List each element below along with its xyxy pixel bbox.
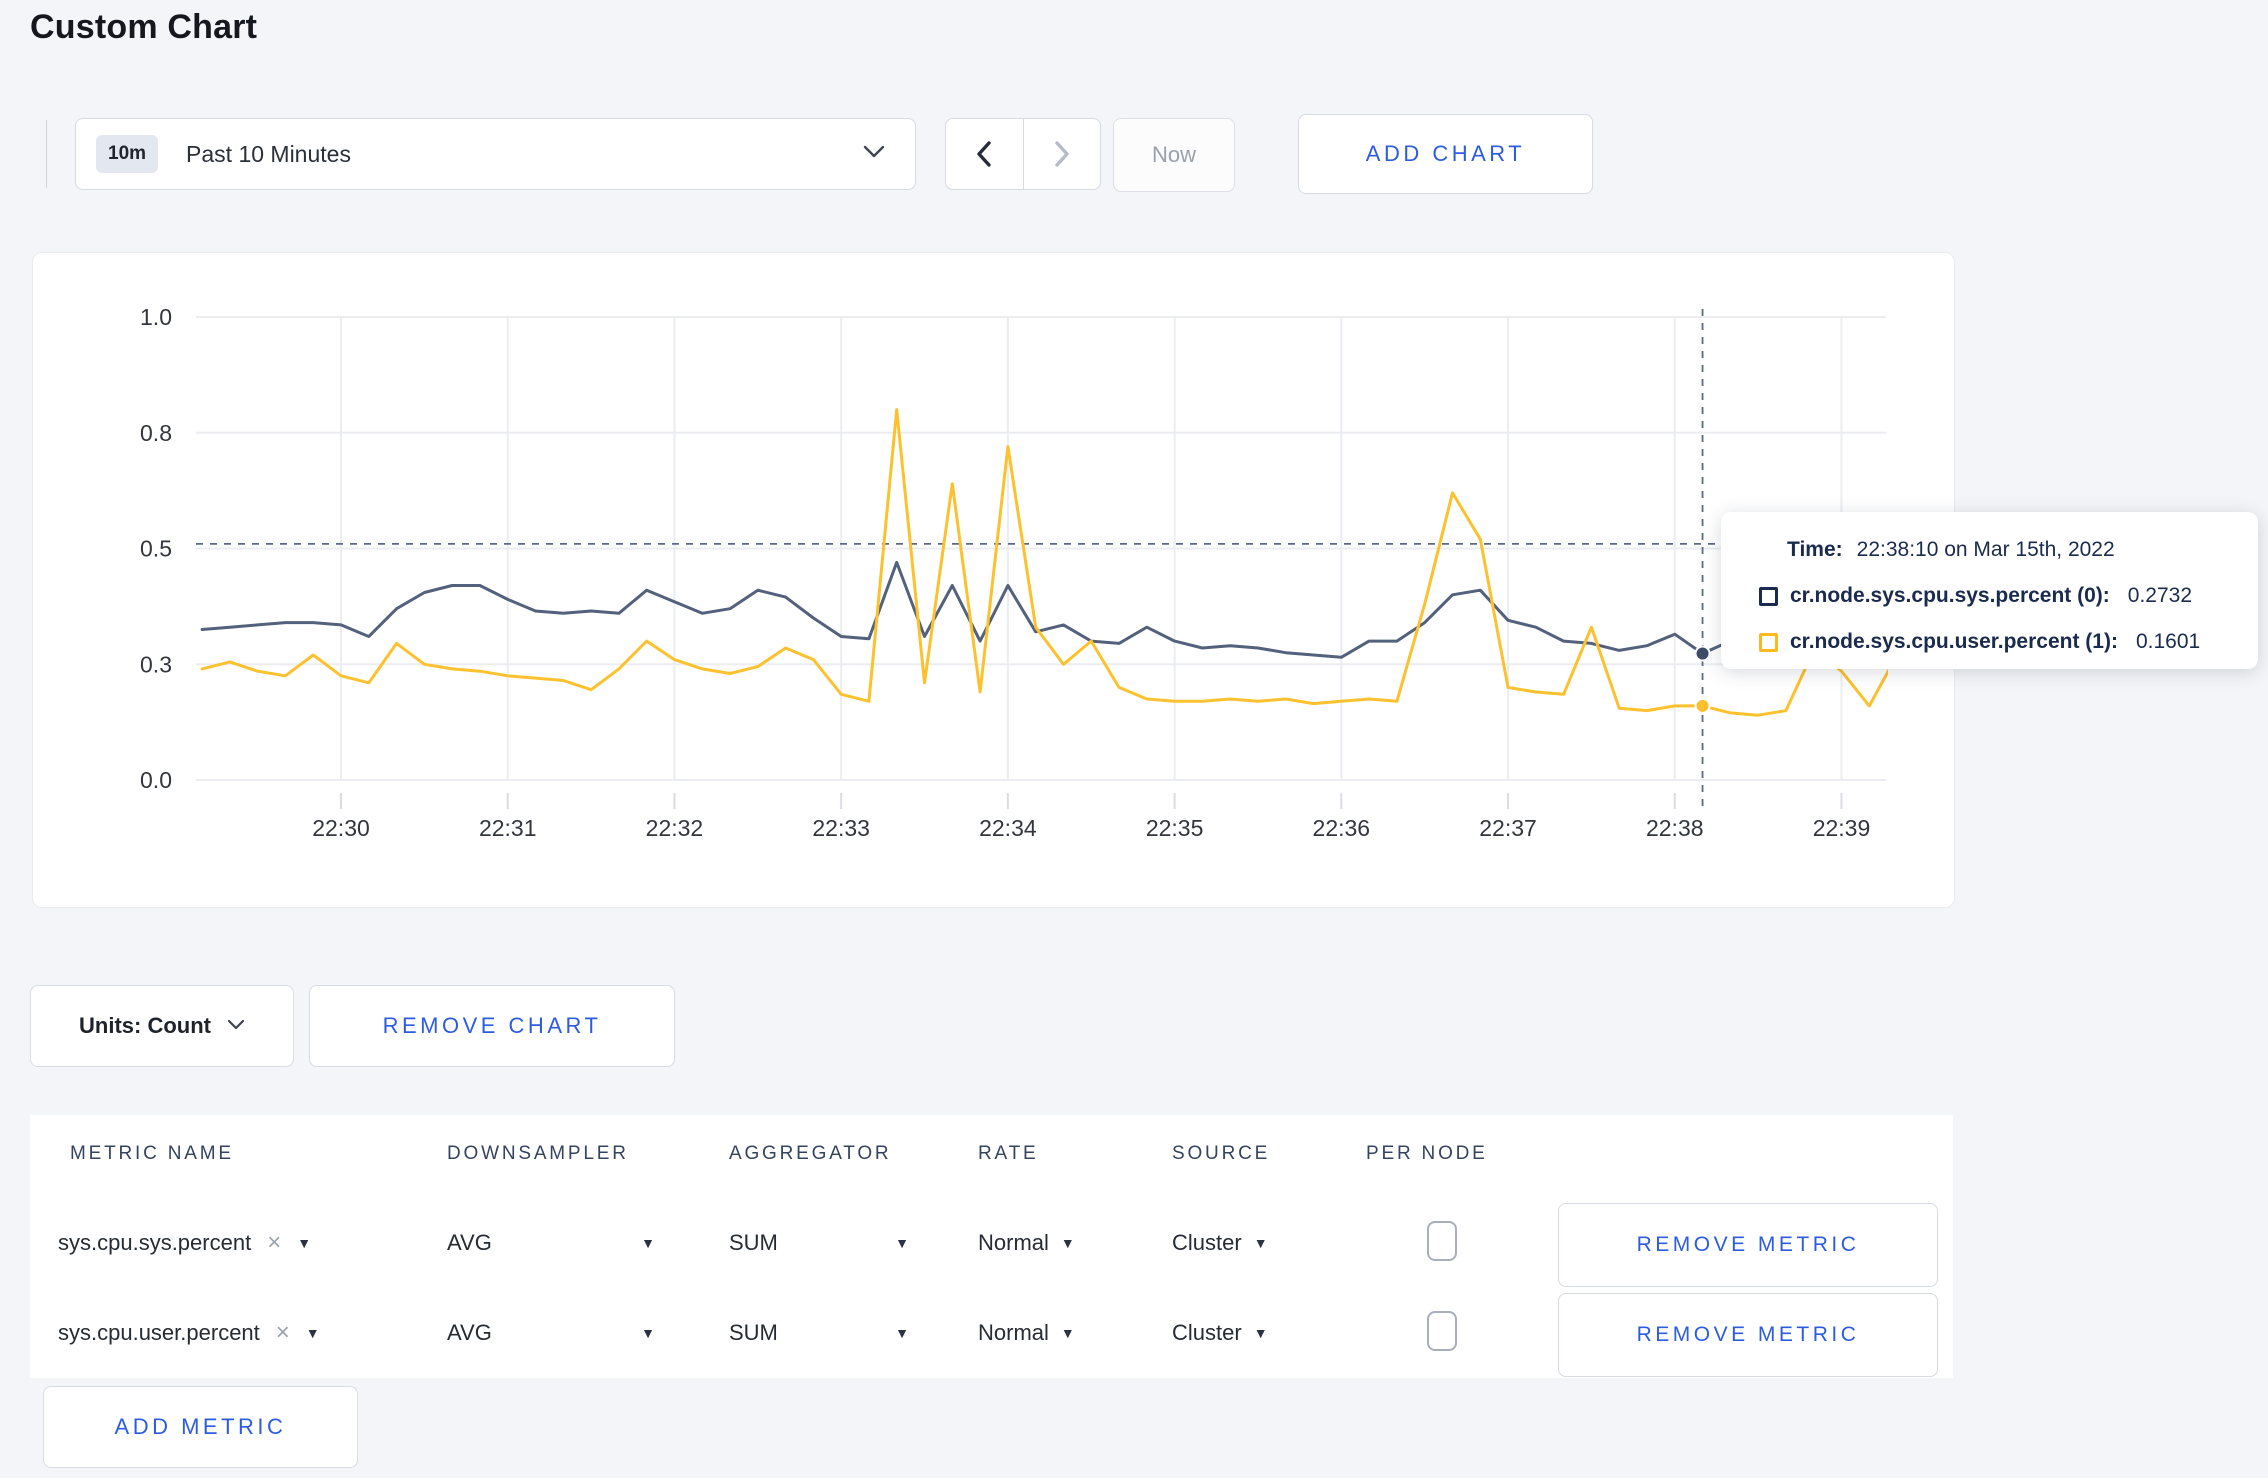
table-row: sys.cpu.sys.percent × ▼ [58,1230,311,1256]
metric-name-select[interactable]: sys.cpu.user.percent [58,1320,260,1346]
rate-select[interactable]: Normal ▼ [978,1230,1075,1256]
downsampler-value: AVG [447,1230,492,1255]
x-axis-label: 22:39 [1813,815,1871,841]
time-range-label: Past 10 Minutes [186,140,351,167]
source-value: Cluster [1172,1230,1242,1255]
custom-chart-page: Custom Chart 10m Past 10 Minutes Now ADD… [0,0,2268,1478]
x-axis-label: 22:32 [646,815,704,841]
units-label: Units: Count [79,1013,211,1038]
aggregator-value: SUM [729,1230,778,1255]
per-node-checkbox[interactable] [1427,1221,1457,1261]
aggregator-select[interactable]: SUM ▼ [729,1320,909,1346]
x-axis-label: 22:37 [1479,815,1537,841]
rate-select[interactable]: Normal ▼ [978,1320,1075,1346]
col-header-aggregator: AGGREGATOR [729,1143,892,1164]
col-header-per-node: PER NODE [1366,1143,1488,1164]
tooltip-series-name: cr.node.sys.cpu.sys.percent (0): [1790,584,2110,607]
y-axis-label: 1.0 [140,304,172,330]
time-pager [945,118,1101,190]
x-axis-label: 22:38 [1646,815,1704,841]
next-interval-button[interactable] [1024,119,1101,189]
series-sys-swatch-icon [1759,586,1778,606]
col-header-rate: RATE [978,1143,1039,1164]
dropdown-caret-icon[interactable]: ▼ [297,1236,311,1250]
y-axis-label: 0.3 [140,651,172,677]
tooltip-time-value: 22:38:10 on Mar 15th, 2022 [1856,538,2115,561]
x-axis-label: 22:34 [979,815,1037,841]
dropdown-caret-icon[interactable]: ▼ [306,1326,320,1340]
add-chart-button[interactable]: ADD CHART [1298,114,1593,194]
series-line-0 [200,560,1888,659]
dropdown-caret-icon: ▼ [641,1325,655,1341]
time-range-badge: 10m [96,135,159,173]
series-user-swatch-icon [1759,632,1778,652]
dropdown-caret-icon: ▼ [1253,1235,1268,1251]
units-select[interactable]: Units: Count [30,985,294,1067]
y-axis-label: 0.8 [140,420,172,446]
dropdown-caret-icon: ▼ [895,1325,909,1341]
source-select[interactable]: Cluster ▼ [1172,1230,1268,1256]
chevron-down-icon [863,145,885,163]
rate-value: Normal [978,1320,1049,1345]
x-axis-label: 22:33 [812,815,870,841]
tooltip-series-name: cr.node.sys.cpu.user.percent (1): [1790,630,2118,653]
aggregator-value: SUM [729,1320,778,1345]
downsampler-value: AVG [447,1320,492,1345]
col-header-source: SOURCE [1172,1143,1271,1164]
x-axis-label: 22:35 [1146,815,1204,841]
chart-card: 0.0 0.3 0.5 0.8 1.0 22:30 22:31 22:32 22:33 22:34… [32,252,1955,908]
now-button[interactable]: Now [1113,118,1235,192]
downsampler-select[interactable]: AVG ▼ [447,1320,655,1346]
per-node-checkbox[interactable] [1427,1311,1457,1351]
clear-metric-icon[interactable]: × [276,1321,290,1345]
col-header-downsampler: DOWNSAMPLER [447,1143,629,1164]
y-axis-label: 0.5 [140,536,172,562]
highlighted-point-1 [1694,697,1711,714]
add-metric-button[interactable]: ADD METRIC [43,1386,358,1468]
remove-metric-button[interactable]: REMOVE METRIC [1558,1203,1938,1287]
x-axis-label: 22:31 [479,815,537,841]
x-axis-label: 22:30 [312,815,370,841]
col-header-metric-name: METRIC NAME [70,1143,234,1164]
clear-metric-icon[interactable]: × [267,1231,281,1255]
toolbar-divider [46,120,47,188]
chevron-right-icon [1055,141,1069,167]
x-axis-label: 22:36 [1313,815,1371,841]
chart-tooltip: Time: 22:38:10 on Mar 15th, 2022 cr.node… [1721,512,2258,669]
dropdown-caret-icon: ▼ [1060,1325,1075,1341]
tooltip-time-label: Time: [1787,538,1843,561]
dropdown-caret-icon: ▼ [895,1235,909,1251]
series-line-1 [200,408,1888,717]
timeseries-chart[interactable]: 0.0 0.3 0.5 0.8 1.0 22:30 22:31 22:32 22:33 22:34… [33,253,1954,907]
table-row: sys.cpu.user.percent × ▼ [58,1320,320,1346]
aggregator-select[interactable]: SUM ▼ [729,1230,909,1256]
source-value: Cluster [1172,1320,1242,1345]
remove-metric-button[interactable]: REMOVE METRIC [1558,1293,1938,1377]
chevron-left-icon [977,141,991,167]
dropdown-caret-icon: ▼ [1060,1235,1075,1251]
tooltip-series-value: 0.1601 [2135,630,2201,653]
dropdown-caret-icon: ▼ [641,1235,655,1251]
prev-interval-button[interactable] [946,119,1024,189]
remove-chart-button[interactable]: REMOVE CHART [309,985,675,1067]
time-range-select[interactable]: 10m Past 10 Minutes [75,118,916,190]
tooltip-series-value: 0.2732 [2127,584,2193,607]
dropdown-caret-icon: ▼ [1253,1325,1268,1341]
downsampler-select[interactable]: AVG ▼ [447,1230,655,1256]
metric-name-select[interactable]: sys.cpu.sys.percent [58,1230,251,1256]
highlighted-point-0 [1694,645,1711,662]
source-select[interactable]: Cluster ▼ [1172,1320,1268,1346]
rate-value: Normal [978,1230,1049,1255]
page-title: Custom Chart [30,8,258,46]
chevron-down-icon [227,1017,245,1035]
y-axis-label: 0.0 [140,767,172,793]
